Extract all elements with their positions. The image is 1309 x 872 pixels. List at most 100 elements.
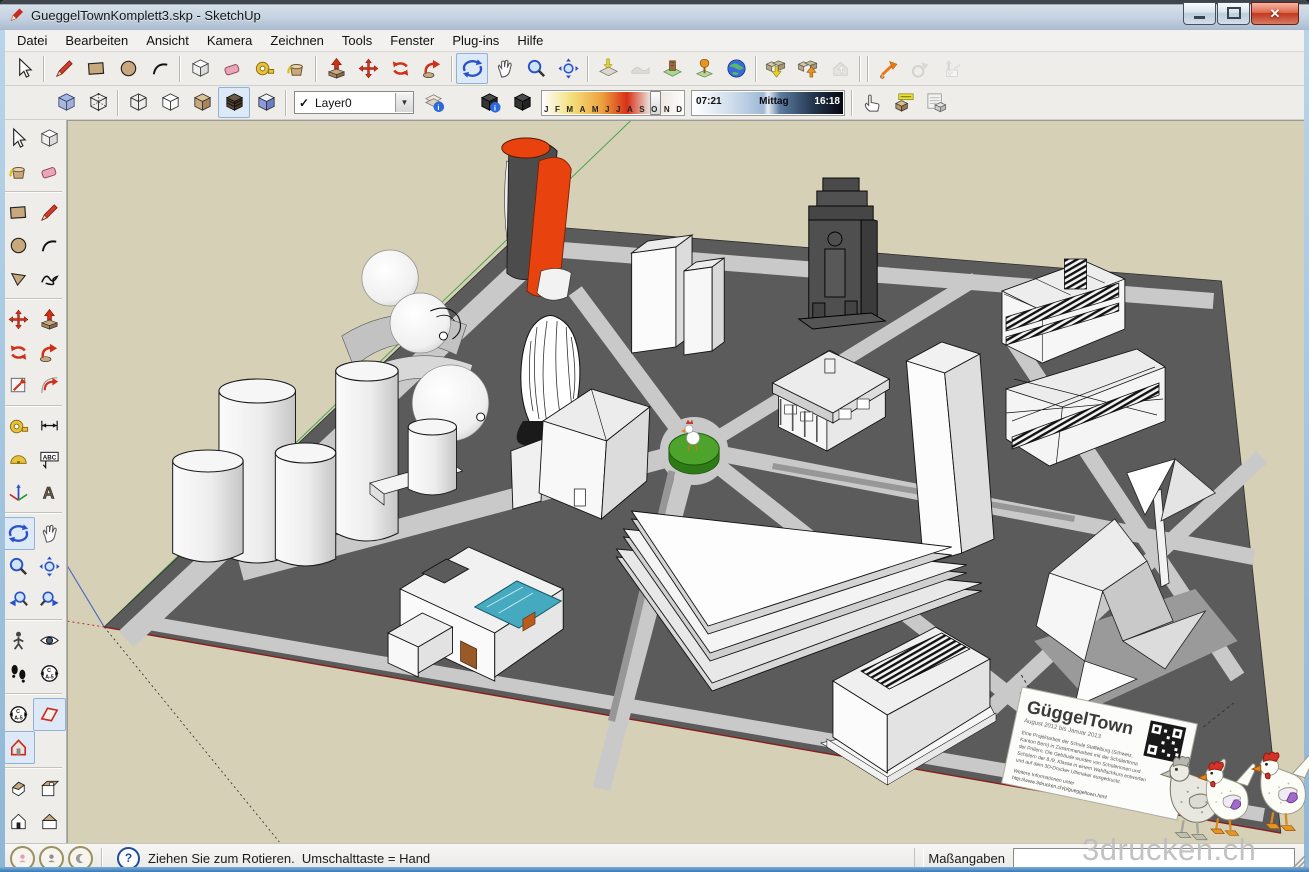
circle-tool-button[interactable] [112, 53, 144, 84]
sidebar-rectangle-tool[interactable] [2, 196, 35, 229]
menu-zeichnen[interactable]: Zeichnen [261, 31, 332, 50]
sidebar-3d-text-tool[interactable] [33, 476, 66, 509]
sidebar-eraser-tool[interactable] [33, 155, 66, 188]
sidebar-pan-tool[interactable] [33, 517, 66, 550]
shadow-time-slider[interactable]: 07:21 Mittag 16:18 [691, 89, 845, 116]
menu-hilfe[interactable]: Hilfe [508, 31, 552, 50]
eraser-tool-button[interactable] [216, 53, 248, 84]
zoom-extents-button[interactable] [552, 53, 584, 84]
sidebar-rotate-tool[interactable] [2, 336, 35, 369]
viewport-3d[interactable]: GüggelTown August 2012 bis Januar 2013 E… [67, 120, 1309, 843]
sidebar-scale-tool[interactable] [2, 369, 35, 402]
add-location-button[interactable] [592, 53, 624, 84]
view-back-button[interactable] [33, 805, 66, 838]
sidebar-select-tool[interactable] [2, 122, 35, 155]
xray-mode-button[interactable] [50, 87, 82, 118]
zoom-tool-button[interactable] [520, 53, 552, 84]
select-tool-button[interactable] [8, 53, 40, 84]
sidebar-zoom-next[interactable] [33, 583, 66, 616]
push-pull-button[interactable] [320, 53, 352, 84]
shaded-button[interactable] [186, 87, 218, 118]
close-button[interactable]: ✕ [1251, 1, 1299, 25]
menu-tools[interactable]: Tools [333, 31, 381, 50]
shaded-with-textures-button[interactable] [218, 87, 250, 118]
pan-tool-button[interactable] [488, 53, 520, 84]
component-attributes-button[interactable] [920, 87, 952, 118]
sidebar-section-symbol[interactable] [33, 657, 66, 690]
sidebar-position-camera[interactable] [2, 624, 35, 657]
shadow-toggle-button[interactable] [506, 87, 538, 118]
tape-measure-button[interactable] [248, 53, 280, 84]
arc-tool-button[interactable] [144, 53, 176, 84]
component-options-button[interactable] [888, 87, 920, 118]
move-tool-button[interactable] [352, 53, 384, 84]
view-front-button[interactable] [2, 805, 35, 838]
sidebar-zoom-previous[interactable] [2, 583, 35, 616]
sidebar-orbit-tool[interactable] [2, 517, 35, 550]
sidebar-protractor-tool[interactable] [2, 443, 35, 476]
sidebar-move-tool[interactable] [2, 303, 35, 336]
layer-dropdown[interactable]: ✓ Layer0 ▼ [294, 91, 414, 114]
share-component-button[interactable] [824, 53, 856, 84]
plugin-rotate-button[interactable] [904, 53, 936, 84]
hidden-line-button[interactable] [154, 87, 186, 118]
sidebar-dimension-tool[interactable] [33, 410, 66, 443]
menu-ansicht[interactable]: Ansicht [137, 31, 198, 50]
follow-me-button[interactable] [416, 53, 448, 84]
sidebar-zoom-tool[interactable] [2, 550, 35, 583]
sidebar-walk-tool[interactable] [2, 657, 35, 690]
menu-kamera[interactable]: Kamera [198, 31, 262, 50]
sidebar-look-around[interactable] [33, 624, 66, 657]
plugin-arrow-button[interactable] [872, 53, 904, 84]
sidebar-make-component[interactable] [33, 122, 66, 155]
view-right-button[interactable] [33, 772, 66, 805]
sidebar-freehand-tool[interactable] [33, 262, 66, 295]
menu-fenster[interactable]: Fenster [381, 31, 443, 50]
measurements-input[interactable] [1013, 847, 1295, 869]
viewport-canvas[interactable]: GüggelTown August 2012 bis Januar 2013 E… [68, 121, 1309, 843]
interact-tool-button[interactable] [856, 87, 888, 118]
menu-plugins[interactable]: Plug-ins [443, 31, 508, 50]
get-models-button[interactable] [760, 53, 792, 84]
sidebar-push-pull-tool[interactable] [33, 303, 66, 336]
sidebar-offset-tool[interactable] [33, 369, 66, 402]
sidebar-tape-measure[interactable] [2, 410, 35, 443]
display-section-planes-button[interactable] [2, 698, 35, 731]
sidebar-text-tool[interactable] [33, 443, 66, 476]
back-edges-button[interactable] [82, 87, 114, 118]
shadow-settings-button[interactable] [474, 87, 506, 118]
dropdown-arrow-icon[interactable]: ▼ [395, 93, 413, 112]
sidebar-line-tool[interactable] [33, 196, 66, 229]
rectangle-tool-button[interactable] [80, 53, 112, 84]
menu-bearbeiten[interactable]: Bearbeiten [56, 31, 137, 50]
view-iso-button[interactable] [2, 772, 35, 805]
wireframe-button[interactable] [122, 87, 154, 118]
title-bar[interactable]: GueggelTownKomplett3.skp - SketchUp ✕ [0, 0, 1309, 30]
resize-grip[interactable] [1292, 855, 1306, 869]
sidebar-polygon-tool[interactable] [2, 262, 35, 295]
menu-datei[interactable]: Datei [8, 31, 56, 50]
share-model-button[interactable] [792, 53, 824, 84]
sidebar-circle-tool[interactable] [2, 229, 35, 262]
toggle-terrain-button[interactable] [624, 53, 656, 84]
sidebar-zoom-extents[interactable] [33, 550, 66, 583]
sidebar-follow-me-tool[interactable] [33, 336, 66, 369]
monochrome-button[interactable] [250, 87, 282, 118]
minimize-button[interactable] [1183, 1, 1216, 25]
maximize-button[interactable] [1217, 1, 1250, 25]
sidebar-axes-tool[interactable] [2, 476, 35, 509]
photo-textures-button[interactable] [656, 53, 688, 84]
paint-bucket-button[interactable] [280, 53, 312, 84]
plugin-angle-button[interactable] [936, 53, 968, 84]
sidebar-paint-bucket[interactable] [2, 155, 35, 188]
display-section-cuts-button[interactable] [2, 731, 35, 764]
google-earth-button[interactable] [720, 53, 752, 84]
rotate-tool-button[interactable] [384, 53, 416, 84]
orbit-tool-button[interactable] [456, 53, 488, 84]
sidebar-arc-tool[interactable] [33, 229, 66, 262]
line-tool-button[interactable] [48, 53, 80, 84]
shadow-date-slider[interactable]: JFMAMJJASOND [541, 89, 685, 116]
model-location-button[interactable] [688, 53, 720, 84]
layer-manager-button[interactable] [418, 87, 450, 118]
section-plane-button[interactable] [33, 698, 66, 731]
